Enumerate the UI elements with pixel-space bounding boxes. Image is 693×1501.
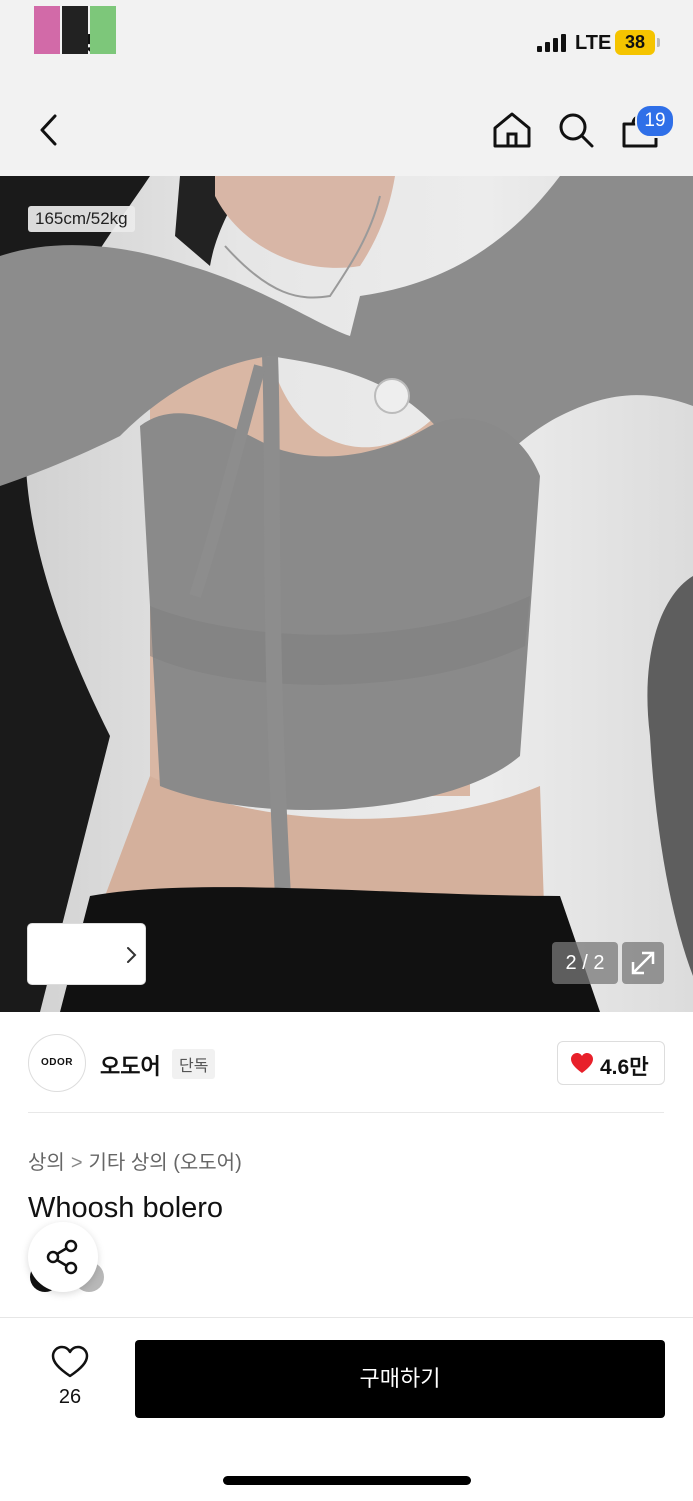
share-icon [46,1239,78,1275]
product-title: Whoosh bolero [28,1192,224,1224]
thumbnail-1[interactable] [34,6,60,54]
cart-count-badge: 19 [635,104,675,138]
product-photo-illustration [0,176,693,1012]
network-label: LTE [575,32,612,54]
wish-count: 26 [58,1386,82,1408]
home-icon[interactable] [490,108,534,152]
thumbnail-2[interactable] [62,6,88,54]
search-icon[interactable] [554,108,598,152]
breadcrumb: 상의 > 기타 상의 (오도어) [28,1146,242,1175]
breadcrumb-separator: > [70,1152,83,1174]
model-size-tag: 165cm/52kg [28,206,135,232]
chevron-left-icon[interactable] [28,108,72,152]
brand-name[interactable]: 오도어 [100,1049,161,1081]
home-indicator [223,1476,471,1485]
breadcrumb-item[interactable]: 기타 상의 (오도어) [89,1152,242,1174]
thumbnail-3[interactable] [90,6,116,54]
share-button[interactable] [28,1222,98,1292]
divider [28,1112,664,1113]
battery-indicator: 38 [615,30,660,55]
brand-like-button[interactable]: 4.6만 [557,1041,665,1085]
signal-icon [537,34,566,52]
heart-filled-icon [571,1053,593,1073]
expand-icon [631,951,655,975]
expand-button[interactable] [622,942,664,984]
brand-like-count: 4.6만 [600,1056,649,1079]
exclusive-badge: 단독 [172,1049,216,1079]
heart-outline-icon[interactable] [51,1345,89,1379]
breadcrumb-item[interactable]: 상의 [28,1152,65,1174]
chevron-right-icon[interactable] [122,946,140,964]
buy-button[interactable]: 구매하기 [135,1340,665,1418]
image-page-counter: 2 / 2 [552,942,618,984]
brand-logo[interactable]: ODOR [28,1034,86,1092]
product-image[interactable] [0,176,693,1012]
